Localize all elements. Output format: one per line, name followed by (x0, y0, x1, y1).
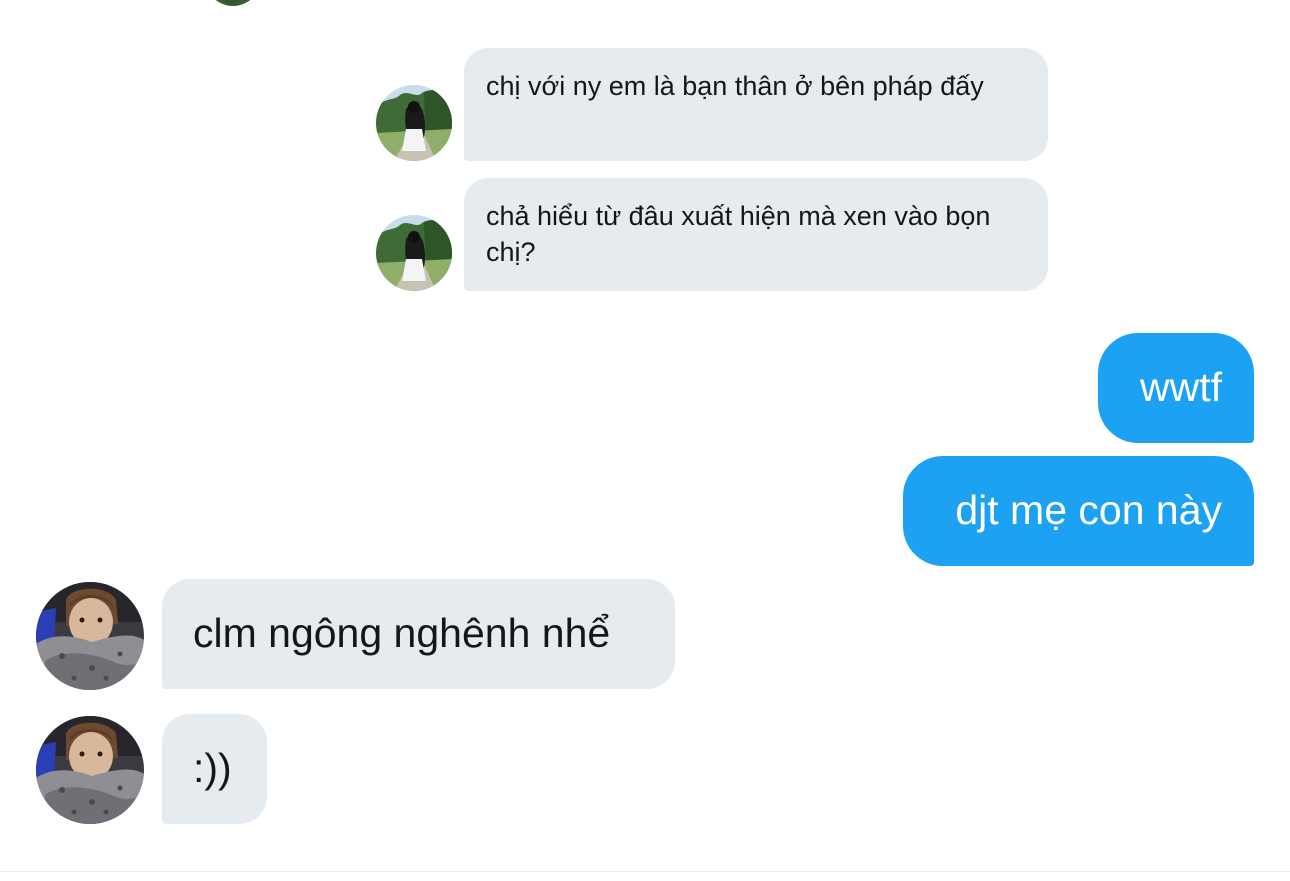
message-text: chả hiểu từ đâu xuất hiện mà xen vào bọn… (486, 201, 991, 267)
sender-avatar-boy[interactable] (36, 716, 144, 824)
avatar-photo-girl-icon (376, 85, 452, 161)
sender-avatar-boy[interactable] (36, 582, 144, 690)
cropped-previous-avatar (205, 0, 261, 6)
message-bubble-incoming[interactable]: :)) (162, 714, 267, 824)
sender-avatar-girl[interactable] (376, 215, 452, 291)
message-bubble-incoming[interactable]: clm ngông nghênh nhể (162, 579, 675, 689)
message-bubble-incoming[interactable]: chả hiểu từ đâu xuất hiện mà xen vào bọn… (464, 178, 1048, 291)
message-text: :)) (193, 745, 232, 791)
message-bubble-outgoing[interactable]: djt mẹ con này (903, 456, 1254, 566)
message-bubble-incoming[interactable]: chị với ny em là bạn thân ở bên pháp đấy (464, 48, 1048, 161)
avatar-photo-boy-icon (36, 582, 144, 690)
avatar-photo-girl-icon (376, 215, 452, 291)
avatar-photo-boy-icon (36, 716, 144, 824)
message-text: djt mẹ con này (955, 487, 1222, 533)
conversation-view: chị với ny em là bạn thân ở bên pháp đấy… (0, 0, 1290, 881)
message-text: chị với ny em là bạn thân ở bên pháp đấy (486, 71, 984, 101)
message-bubble-outgoing[interactable]: wwtf (1098, 333, 1254, 443)
divider (0, 871, 1290, 872)
message-text: wwtf (1140, 364, 1222, 410)
sender-avatar-girl[interactable] (376, 85, 452, 161)
message-text: clm ngông nghênh nhể (193, 610, 611, 656)
